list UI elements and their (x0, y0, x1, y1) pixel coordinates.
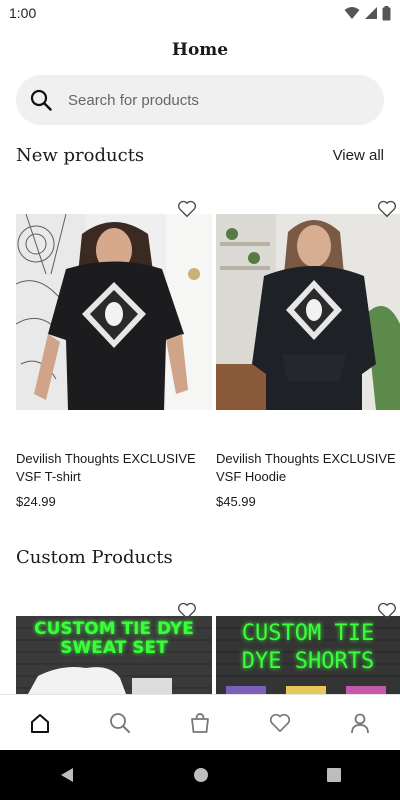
custom-product-image-text: CUSTOM TIE DYE SHORTS (241, 621, 375, 674)
search-icon (30, 89, 52, 111)
wifi-icon (344, 7, 360, 19)
custom-product-card-sweat-set[interactable]: CUSTOM TIE DYE SWEAT SET (16, 602, 212, 694)
view-all-link[interactable]: View all (333, 147, 384, 164)
back-icon[interactable] (59, 767, 75, 783)
system-navigation-bar (0, 750, 400, 800)
nav-search[interactable] (100, 703, 140, 743)
custom-product-image[interactable]: CUSTOM TIE DYE SWEAT SET (16, 616, 212, 694)
shopping-bag-icon (191, 713, 209, 733)
status-bar: 1:00 (0, 0, 400, 26)
custom-product-image-text: CUSTOM TIE DYE SWEAT SET (34, 619, 194, 658)
product-image-tshirt[interactable] (16, 214, 212, 410)
favorite-heart-icon[interactable] (377, 200, 397, 218)
signal-icon (365, 7, 377, 19)
nav-home[interactable] (20, 703, 60, 743)
custom-products-title: Custom Products (16, 547, 173, 568)
favorite-heart-icon[interactable] (377, 602, 397, 620)
home-icon (31, 714, 49, 733)
home-circle-icon[interactable] (193, 767, 209, 783)
custom-product-image[interactable]: CUSTOM TIE DYE SHORTS (216, 616, 400, 694)
bottom-navigation (0, 694, 400, 751)
product-card-hoodie[interactable]: Devilish Thoughts EXCLUSIVE VSF Hoodie $… (216, 200, 400, 514)
search-bar[interactable] (16, 75, 384, 125)
search-input[interactable] (66, 90, 350, 110)
nav-cart[interactable] (180, 703, 220, 743)
product-price: $45.99 (216, 494, 256, 509)
favorite-heart-icon[interactable] (177, 200, 197, 218)
search-icon (110, 713, 130, 733)
recents-icon[interactable] (327, 768, 341, 782)
product-image-hoodie[interactable] (216, 214, 400, 410)
favorite-heart-icon[interactable] (177, 602, 197, 620)
heart-icon (269, 713, 291, 732)
battery-icon (382, 5, 391, 20)
product-name[interactable]: Devilish Thoughts EXCLUSIVE VSF T-shirt (16, 450, 206, 486)
new-products-title: New products (16, 145, 145, 166)
custom-product-card-shorts[interactable]: CUSTOM TIE DYE SHORTS (216, 602, 400, 694)
status-time: 1:00 (9, 5, 37, 21)
product-price: $24.99 (16, 494, 56, 509)
page-title: Home (171, 40, 229, 60)
profile-icon (351, 713, 369, 734)
nav-profile[interactable] (340, 703, 380, 743)
product-card-tshirt[interactable]: Devilish Thoughts EXCLUSIVE VSF T-shirt … (16, 200, 212, 514)
product-name[interactable]: Devilish Thoughts EXCLUSIVE VSF Hoodie (216, 450, 400, 486)
status-icons (344, 5, 391, 21)
nav-favorites[interactable] (260, 703, 300, 743)
